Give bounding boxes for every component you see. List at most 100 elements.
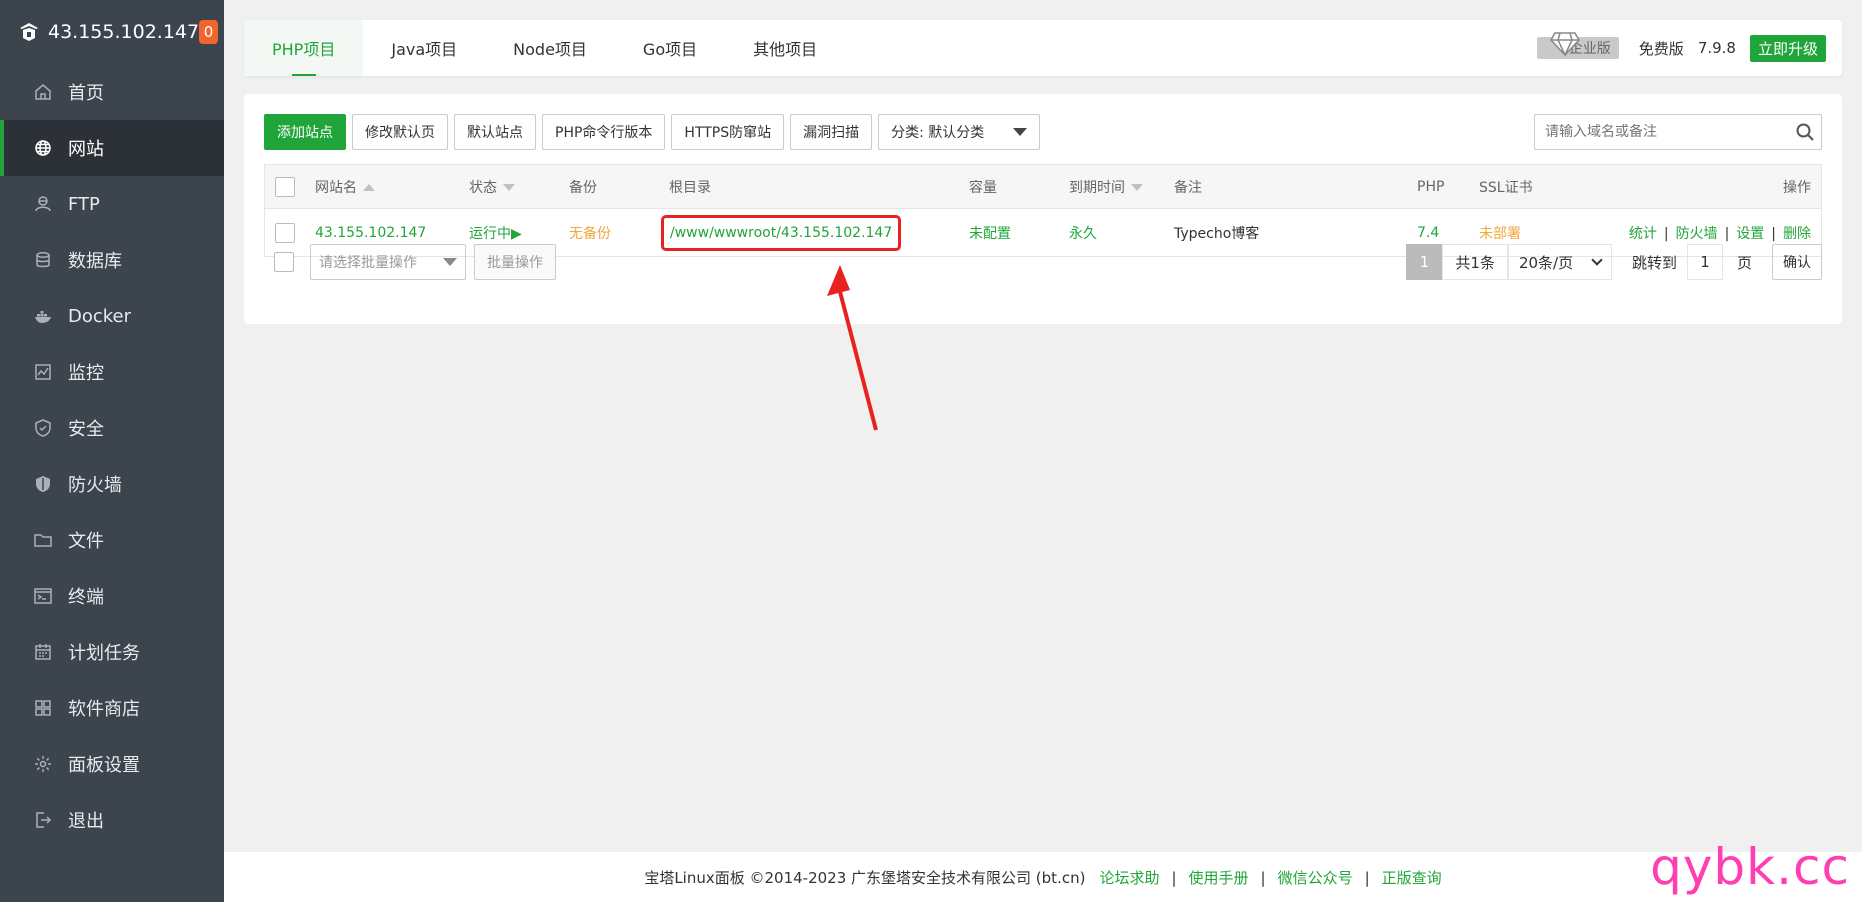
tab-php[interactable]: PHP项目	[244, 20, 364, 76]
page-size-select[interactable]: 20条/页	[1507, 244, 1612, 280]
table-header: 网站名 状态 备份 根目录 容量 到期时间 备注 PHP SSL证书 操作	[265, 165, 1821, 209]
sidebar-item-cron[interactable]: 计划任务	[0, 624, 224, 680]
calendar-icon	[32, 641, 54, 663]
sidebar-header: 43.155.102.147 0	[0, 0, 224, 64]
sidebar-item-label: 终端	[68, 587, 104, 608]
jump-page-input[interactable]: 1	[1686, 244, 1723, 280]
sidebar-item-label: 安全	[68, 419, 104, 440]
tab-other[interactable]: 其他项目	[725, 20, 845, 76]
sidebar-item-website[interactable]: 网站	[0, 120, 224, 176]
search-input[interactable]	[1545, 124, 1789, 140]
enterprise-badge[interactable]: 企业版	[1536, 32, 1619, 59]
page-unit-label: 页	[1736, 253, 1752, 272]
column-name[interactable]: 网站名	[307, 177, 461, 197]
site-list-panel: 添加站点 修改默认页 默认站点 PHP命令行版本 HTTPS防窜站 漏洞扫描 分…	[244, 94, 1842, 324]
sidebar-item-label: 防火墙	[68, 475, 122, 496]
tab-java[interactable]: Java项目	[363, 20, 485, 76]
page-footer: 宝塔Linux面板 ©2014-2023 广东堡塔安全技术有限公司 (bt.cn…	[224, 852, 1862, 902]
sidebar-item-terminal[interactable]: 终端	[0, 568, 224, 624]
site-ssl[interactable]: 未部署	[1471, 223, 1591, 243]
batch-action-button[interactable]: 批量操作	[474, 244, 556, 280]
category-select[interactable]: 分类: 默认分类	[878, 114, 1041, 150]
sidebar-nav: 首页 网站 FTP 数据库 Docker 监控 安全 防火墙 文件 终端 计划任…	[0, 64, 224, 848]
tab-go[interactable]: Go项目	[615, 20, 725, 76]
sidebar-item-docker[interactable]: Docker	[0, 288, 224, 344]
column-expire[interactable]: 到期时间	[1061, 177, 1166, 197]
sidebar-item-label: 网站	[68, 139, 104, 160]
sidebar-item-home[interactable]: 首页	[0, 64, 224, 120]
vuln-scan-button[interactable]: 漏洞扫描	[790, 114, 873, 150]
chevron-down-icon	[1591, 254, 1603, 266]
ftp-icon	[32, 193, 54, 215]
table-footer: 请选择批量操作 批量操作 1 共1条 20条/页 跳转到 1 页 确认	[264, 244, 1822, 280]
stats-link[interactable]: 统计	[1629, 226, 1657, 242]
add-site-button[interactable]: 添加站点	[264, 114, 346, 150]
batch-checkbox[interactable]	[274, 252, 294, 272]
tab-node[interactable]: Node项目	[485, 20, 615, 76]
firewall-link[interactable]: 防火墙	[1676, 226, 1718, 242]
site-remark[interactable]: Typecho博客	[1166, 223, 1409, 243]
site-backup[interactable]: 无备份	[561, 223, 661, 243]
jump-confirm-button[interactable]: 确认	[1772, 244, 1822, 280]
site-operations: 统计 | 防火墙 | 设置 | 删除	[1628, 225, 1811, 242]
sidebar-bottom	[0, 852, 224, 902]
sidebar-item-monitor[interactable]: 监控	[0, 344, 224, 400]
sidebar-item-ftp[interactable]: FTP	[0, 176, 224, 232]
edit-default-page-button[interactable]: 修改默认页	[352, 114, 448, 150]
sidebar-item-settings[interactable]: 面板设置	[0, 736, 224, 792]
sort-desc-icon	[503, 184, 515, 191]
site-capacity[interactable]: 未配置	[961, 223, 1061, 243]
site-name-link[interactable]: 43.155.102.147	[307, 225, 461, 241]
manual-link[interactable]: 使用手册	[1189, 869, 1249, 887]
search-icon[interactable]	[1789, 122, 1821, 142]
column-ops: 操作	[1783, 179, 1811, 196]
sidebar-item-label: 退出	[68, 811, 104, 832]
delete-link[interactable]: 删除	[1783, 226, 1811, 242]
sidebar-item-files[interactable]: 文件	[0, 512, 224, 568]
firewall-icon	[32, 473, 54, 495]
sidebar-item-store[interactable]: 软件商店	[0, 680, 224, 736]
site-status[interactable]: 运行中▶	[461, 223, 561, 243]
apps-icon	[32, 697, 54, 719]
sidebar-item-firewall[interactable]: 防火墙	[0, 456, 224, 512]
docker-icon	[32, 305, 54, 327]
site-php-version[interactable]: 7.4	[1409, 225, 1471, 241]
sidebar-item-logout[interactable]: 退出	[0, 792, 224, 848]
sidebar-item-label: 文件	[68, 531, 104, 552]
column-status[interactable]: 状态	[461, 177, 561, 197]
wechat-link[interactable]: 微信公众号	[1278, 869, 1353, 887]
php-cli-version-button[interactable]: PHP命令行版本	[542, 114, 666, 150]
select-all-checkbox[interactable]	[275, 176, 295, 197]
sidebar-item-database[interactable]: 数据库	[0, 232, 224, 288]
category-select-value: 分类: 默认分类	[891, 125, 985, 141]
notification-badge[interactable]: 0	[199, 20, 218, 44]
monitor-icon	[32, 361, 54, 383]
sidebar-item-label: FTP	[68, 193, 100, 215]
version-info: 企业版 免费版 7.9.8 立即升级	[1536, 20, 1826, 76]
version-number[interactable]: 7.9.8	[1698, 39, 1736, 57]
site-expire[interactable]: 永久	[1061, 223, 1166, 243]
forum-link[interactable]: 论坛求助	[1099, 869, 1159, 887]
server-ip[interactable]: 43.155.102.147	[48, 21, 199, 43]
default-site-button[interactable]: 默认站点	[454, 114, 536, 150]
batch-actions: 请选择批量操作 批量操作	[264, 244, 556, 280]
sidebar-item-label: 面板设置	[68, 755, 140, 776]
free-edition-label: 免费版	[1638, 39, 1684, 58]
site-toolbar: 添加站点 修改默认页 默认站点 PHP命令行版本 HTTPS防窜站 漏洞扫描 分…	[264, 114, 1041, 150]
current-page[interactable]: 1	[1406, 244, 1443, 280]
folder-icon	[32, 529, 54, 551]
column-remark: 备注	[1174, 179, 1202, 196]
row-checkbox[interactable]	[275, 222, 295, 243]
bt-logo-icon	[18, 20, 40, 44]
license-check-link[interactable]: 正版查询	[1382, 869, 1442, 887]
batch-select[interactable]: 请选择批量操作	[310, 244, 466, 280]
diamond-icon	[1549, 29, 1581, 61]
https-guard-button[interactable]: HTTPS防窜站	[671, 114, 785, 150]
upgrade-button[interactable]: 立即升级	[1749, 34, 1826, 62]
column-ssl: SSL证书	[1479, 179, 1533, 196]
sort-desc-icon	[1131, 184, 1143, 191]
caret-down-icon	[1013, 128, 1028, 136]
settings-link[interactable]: 设置	[1736, 226, 1764, 242]
sidebar-item-security[interactable]: 安全	[0, 400, 224, 456]
caret-down-icon	[443, 258, 457, 266]
